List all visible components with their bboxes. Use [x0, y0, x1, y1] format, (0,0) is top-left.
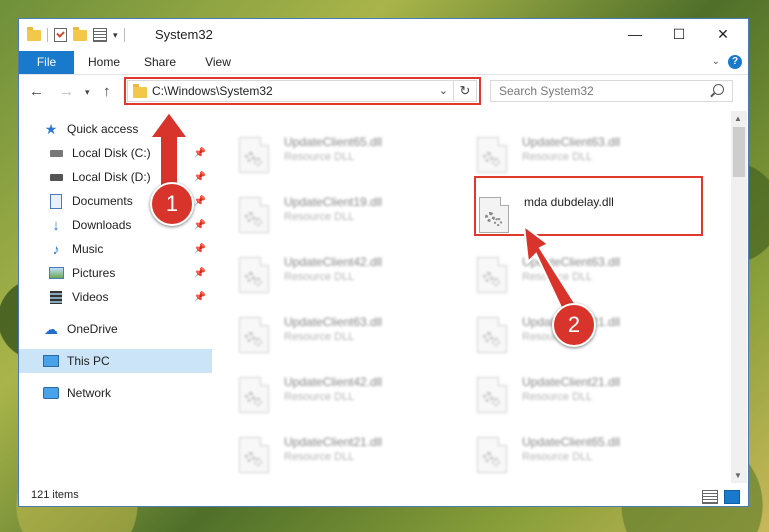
annotation-badge-2: 2 [552, 303, 596, 347]
annotation-badge-1: 1 [150, 182, 194, 226]
annotation-arrows [148, 110, 580, 320]
